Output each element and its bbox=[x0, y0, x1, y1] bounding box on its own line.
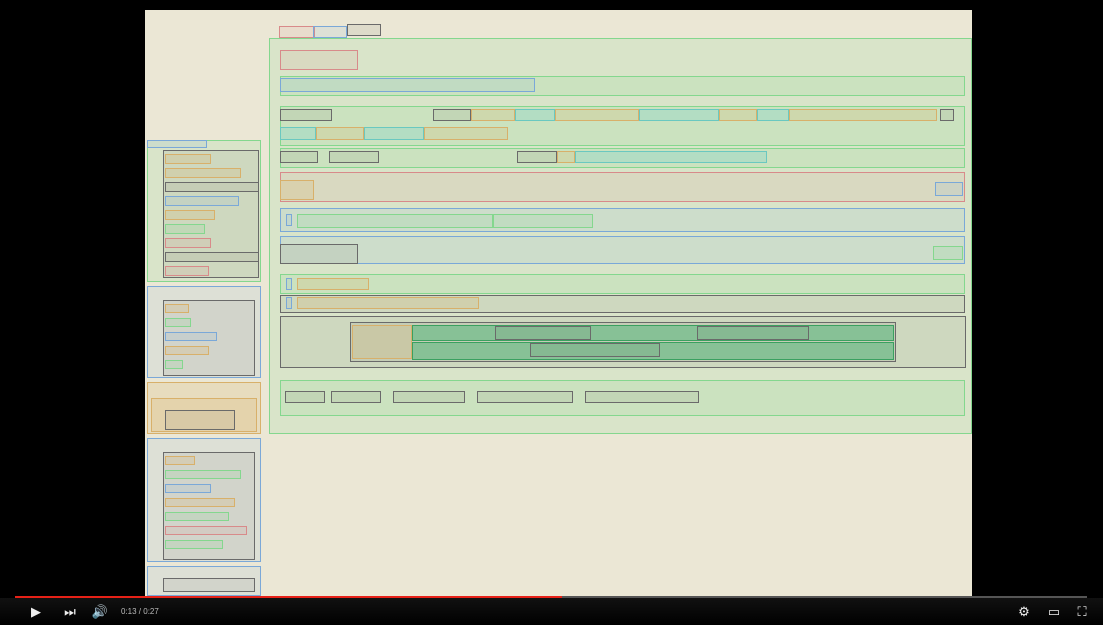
layout-box bbox=[165, 410, 235, 430]
layout-box bbox=[329, 151, 379, 163]
layout-box bbox=[933, 246, 963, 260]
layout-box bbox=[279, 26, 315, 38]
layout-box bbox=[477, 391, 573, 403]
layout-box bbox=[719, 109, 757, 121]
layout-box bbox=[493, 214, 593, 228]
layout-box bbox=[280, 274, 965, 294]
layout-box bbox=[352, 325, 412, 359]
layout-box bbox=[280, 172, 965, 202]
layout-box bbox=[313, 26, 347, 38]
layout-box bbox=[280, 180, 314, 200]
layout-box bbox=[433, 109, 471, 121]
duration: 0:27 bbox=[143, 607, 159, 616]
layout-box bbox=[297, 214, 493, 228]
layout-box bbox=[165, 252, 259, 262]
layout-box bbox=[165, 512, 229, 521]
layout-box bbox=[424, 127, 508, 140]
layout-box bbox=[575, 151, 767, 163]
layout-box bbox=[280, 151, 318, 163]
letterbox-left bbox=[0, 0, 145, 625]
layout-box bbox=[530, 343, 660, 357]
next-icon[interactable]: ⏭ bbox=[60, 598, 80, 625]
volume-icon[interactable]: 🔊 bbox=[90, 598, 110, 625]
layout-box bbox=[639, 109, 719, 121]
layout-box bbox=[165, 484, 211, 493]
layout-box bbox=[412, 325, 894, 341]
layout-box bbox=[697, 326, 809, 340]
layout-box bbox=[280, 244, 358, 264]
layout-box bbox=[165, 332, 217, 341]
layout-box bbox=[286, 297, 292, 309]
layout-box bbox=[517, 151, 557, 163]
layout-box bbox=[165, 346, 209, 355]
current-time: 0:13 bbox=[121, 607, 137, 616]
layout-box bbox=[280, 78, 535, 92]
layout-box bbox=[165, 168, 241, 178]
layout-box bbox=[165, 196, 239, 206]
layout-box bbox=[165, 318, 191, 327]
layout-box bbox=[495, 326, 591, 340]
layout-box bbox=[165, 470, 241, 479]
layout-box bbox=[280, 127, 316, 140]
layout-box bbox=[280, 109, 332, 121]
layout-box bbox=[471, 109, 515, 121]
layout-box bbox=[163, 578, 255, 592]
layout-box bbox=[280, 236, 965, 264]
layout-box bbox=[555, 109, 639, 121]
layout-box bbox=[286, 214, 292, 226]
layout-box bbox=[297, 297, 479, 309]
layout-box bbox=[393, 391, 465, 403]
layout-box bbox=[165, 266, 209, 276]
layout-box bbox=[165, 224, 205, 234]
video-frame[interactable] bbox=[145, 10, 972, 598]
layout-box bbox=[285, 391, 325, 403]
layout-box bbox=[165, 526, 247, 535]
player-controls: ▶ ⏭ 🔊 0:13 / 0:27 ⚙ ▭ ⛶ bbox=[0, 598, 1103, 625]
time-display: 0:13 / 0:27 bbox=[121, 598, 159, 625]
layout-box bbox=[147, 140, 207, 148]
play-icon[interactable]: ▶ bbox=[26, 598, 46, 625]
layout-box bbox=[280, 50, 358, 70]
layout-box bbox=[515, 109, 555, 121]
fullscreen-icon[interactable]: ⛶ bbox=[1072, 598, 1092, 625]
layout-box bbox=[557, 151, 575, 163]
layout-box bbox=[757, 109, 789, 121]
letterbox-top bbox=[145, 0, 972, 10]
layout-box bbox=[347, 24, 381, 36]
layout-box bbox=[165, 238, 211, 248]
layout-box bbox=[364, 127, 424, 140]
layout-box bbox=[286, 278, 292, 290]
layout-box bbox=[165, 154, 211, 164]
layout-box bbox=[165, 210, 215, 220]
layout-box bbox=[935, 182, 963, 196]
layout-box bbox=[165, 540, 223, 549]
layout-box bbox=[165, 360, 183, 369]
gear-icon[interactable]: ⚙ bbox=[1014, 598, 1034, 625]
layout-box bbox=[165, 498, 235, 507]
layout-box bbox=[331, 391, 381, 403]
layout-box bbox=[940, 109, 954, 121]
layout-box bbox=[297, 278, 369, 290]
layout-box bbox=[165, 304, 189, 313]
layout-box bbox=[585, 391, 699, 403]
layout-box bbox=[165, 182, 259, 192]
layout-box bbox=[789, 109, 937, 121]
layout-box bbox=[316, 127, 364, 140]
letterbox-right bbox=[972, 0, 1103, 625]
layout-box bbox=[165, 456, 195, 465]
theater-mode-icon[interactable]: ▭ bbox=[1044, 598, 1064, 625]
